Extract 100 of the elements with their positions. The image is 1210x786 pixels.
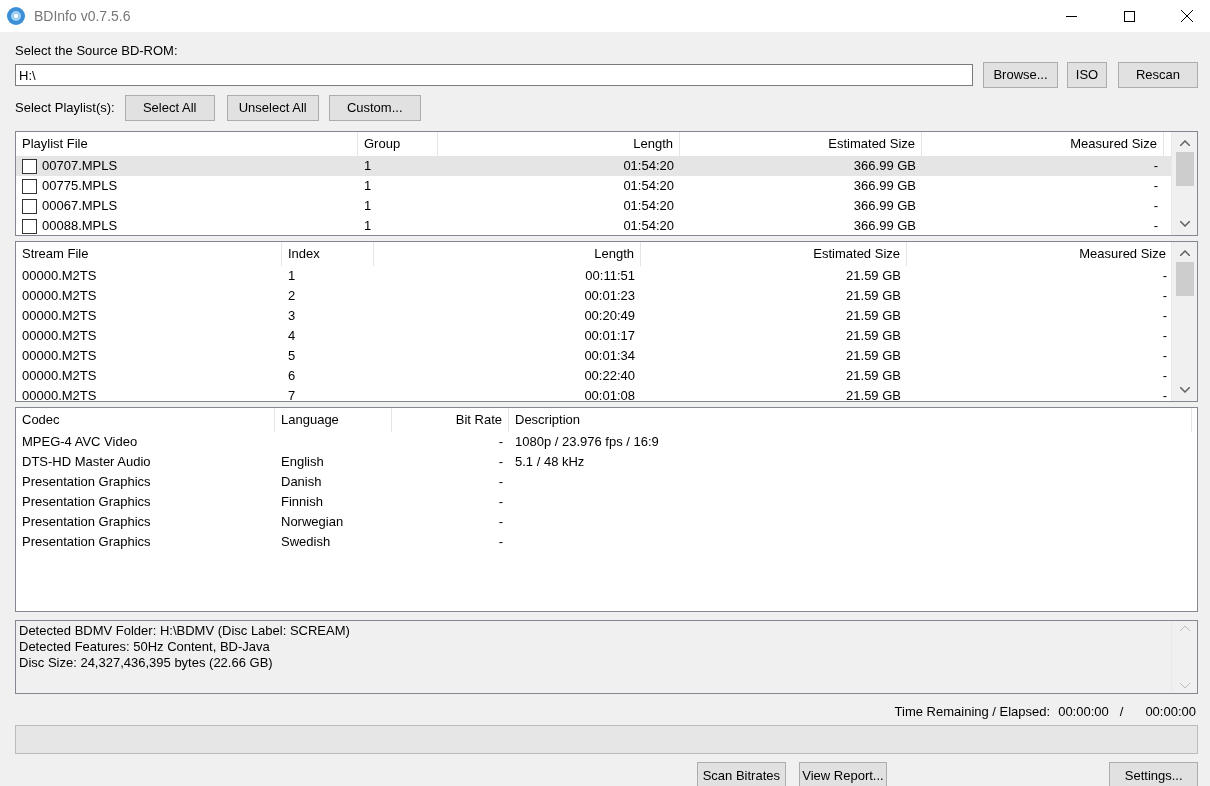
table-cell-text: 00000.M2TS [21,347,98,366]
playlist-button[interactable]: Custom... [328,95,421,121]
log-line: Disc Size: 24,327,436,395 bytes (22.66 GB) [19,655,274,671]
table-cell-text: Norwegian [280,513,345,532]
table-cell-text: 00000.M2TS [21,327,98,346]
log-line: Detected BDMV Folder: H:\BDMV (Disc Label: SCREAM) [19,623,351,639]
timer-label: Time Remaining / Elapsed: [894,703,1051,722]
time-elapsed: 00:00:00 [1145,703,1196,722]
table-cell-text: 21.59 GB [845,367,902,386]
scroll-up-icon [1179,250,1190,256]
table-cell-text: - [1161,327,1168,346]
table-cell-text: - [1161,307,1168,326]
table-cell-text: - [1152,217,1159,235]
playlist-row[interactable]: 00707.MPLS 1 01:54:20 366.99 GB - [16,156,1171,176]
playlist-row[interactable]: 00088.MPLS 1 01:54:20 366.99 GB - [16,216,1171,235]
table-cell-text: Presentation Graphics [21,473,152,492]
column-header[interactable]: Description [509,408,1192,432]
table-cell-text: 366.99 GB [852,217,917,235]
checkbox[interactable] [22,159,37,175]
table-cell-text: 00:01:08 [583,387,636,401]
table-cell-text: 1 [363,217,373,235]
playlist-button[interactable]: Select All [124,95,215,121]
table-cell-text: 366.99 GB [852,197,917,216]
time-remaining: 00:00:00 [1058,703,1109,722]
table-cell-text: - [1152,177,1159,196]
scroll-up-icon [1179,140,1190,146]
table-cell-text: 01:54:20 [622,197,675,216]
checkbox[interactable] [22,199,37,215]
table-cell-text: - [1161,387,1168,401]
table-cell-text: 01:54:20 [622,157,675,176]
column-header[interactable]: Length [374,242,641,266]
table-cell-text: Presentation Graphics [21,533,152,552]
scroll-down-icon [1179,387,1190,393]
table-cell-text: - [1161,267,1168,286]
table-cell-text: 00000.M2TS [21,387,98,401]
path-field[interactable]: H:\ [15,64,973,86]
table-cell: 00088.MPLS [42,218,118,234]
table-cell-text: DTS-HD Master Audio [21,453,152,472]
column-header[interactable]: Estimated Size [641,242,907,266]
table-cell-text: 00000.M2TS [21,367,98,386]
table-cell: 00067.MPLS [42,198,118,214]
window-title: BDInfo v0.7.5.6 [34,6,131,26]
table-cell-text: 21.59 GB [845,347,902,366]
table-cell-text: 21.59 GB [845,287,902,306]
toolbar-button[interactable]: ISO [1067,62,1107,88]
table-cell-text: 00:01:23 [583,287,636,306]
table-cell-text: 00:11:51 [584,267,636,286]
table-cell-text: 01:54:20 [622,217,675,235]
playlist-button[interactable]: Unselect All [226,95,319,121]
column-header[interactable]: Language [275,408,392,432]
table-cell-text: 00:20:49 [583,307,636,326]
close-icon [1181,10,1193,22]
action-button[interactable]: Scan Bitrates [697,762,786,786]
table-cell: 00775.MPLS [42,178,118,194]
table-cell-text: - [1161,367,1168,386]
checkbox[interactable] [22,179,37,195]
playlist-row[interactable]: 00067.MPLS 1 01:54:20 366.99 GB - [16,196,1171,216]
maximize-icon [1123,10,1135,22]
toolbar-button[interactable]: Browse... [983,62,1058,88]
disc-icon [6,6,26,26]
action-button[interactable]: View Report... [798,762,888,786]
table-cell-text: Finnish [280,493,324,512]
scroll-down-icon [1179,683,1190,689]
table-cell-text: 7 [287,387,297,401]
table-cell-text: 00:22:40 [583,367,636,386]
table-cell-text: Danish [280,473,323,492]
scroll-down-icon [1179,221,1190,227]
action-button[interactable]: Settings... [1109,762,1198,786]
table-cell-text: 00000.M2TS [21,307,98,326]
column-header[interactable]: Bit Rate [392,408,509,432]
table-cell-text: 21.59 GB [845,307,902,326]
table-cell-text: 3 [287,307,297,326]
table-cell-text: 21.59 GB [845,267,902,286]
scroll-thumb[interactable] [1175,152,1194,186]
table-cell-text: 00:01:17 [583,327,636,346]
column-header[interactable]: Codec [16,408,275,432]
column-header[interactable]: Stream File [16,242,282,266]
checkbox[interactable] [22,219,37,235]
toolbar-button[interactable]: Rescan [1118,62,1198,88]
table-cell-text: - [1152,197,1159,216]
time-separator: / [1119,703,1124,722]
playlist-row[interactable]: 00775.MPLS 1 01:54:20 366.99 GB - [16,176,1171,196]
log-line: Detected Features: 50Hz Content, BD-Java [19,639,271,655]
table-cell-text: 01:54:20 [622,177,675,196]
table-cell-text: 00:01:34 [583,347,636,366]
scroll-thumb[interactable] [1175,262,1194,296]
scrollbar[interactable] [1171,242,1197,401]
table-cell-text: - [1161,287,1168,306]
table-cell-text: English [280,453,325,472]
table-cell-text: Presentation Graphics [21,513,152,532]
table-cell-text: - [497,513,504,532]
scrollbar[interactable] [1171,132,1197,235]
table-cell-text: - [1161,347,1168,366]
column-header[interactable]: Index [282,242,374,266]
table-cell-text: - [497,533,504,552]
playlist-label: Select Playlist(s): [15,99,115,118]
table-cell-text: 1 [363,197,373,216]
table-cell-text: Presentation Graphics [21,493,152,512]
table-cell-text: 00000.M2TS [21,287,98,306]
table-cell-text: 6 [287,367,297,386]
